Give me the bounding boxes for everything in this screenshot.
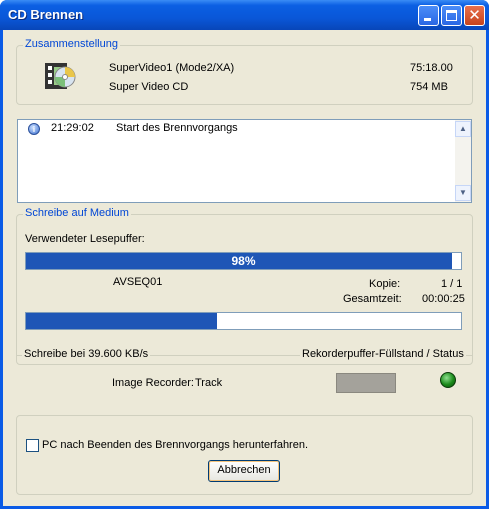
compilation-type: Super Video CD	[109, 81, 189, 93]
shutdown-checkbox[interactable]	[26, 439, 39, 452]
minimize-icon	[424, 18, 431, 21]
copy-label: Kopie:	[369, 278, 401, 290]
speed-legend: Schreibe bei 39.600 KB/s	[22, 348, 151, 360]
close-icon: ✕	[468, 6, 481, 24]
compilation-group: Zusammenstellung SuperVideo1 (Mode2/XA) …	[16, 38, 473, 105]
footer-group	[16, 415, 473, 495]
write-legend: Schreibe auf Medium	[23, 207, 131, 219]
log-message: Start des Brennvorgangs	[116, 122, 238, 134]
shutdown-label[interactable]: PC nach Beenden des Brennvorgangs herunt…	[42, 439, 308, 451]
compilation-name: SuperVideo1 (Mode2/XA)	[109, 62, 235, 74]
minimize-button[interactable]	[418, 5, 439, 26]
video-cd-icon	[45, 63, 76, 89]
window-title: CD Brennen	[8, 7, 84, 22]
total-time-value: 00:00:25	[422, 293, 465, 305]
recorder-label: Image Recorder:	[112, 377, 194, 389]
log-scrollbar[interactable]: ▲ ▼	[455, 120, 471, 202]
status-led-icon	[440, 372, 456, 388]
recorder-value: Track	[195, 377, 223, 389]
cancel-button[interactable]: Abbrechen	[208, 460, 280, 482]
speed-group: Schreibe bei 39.600 KB/s Rekorderpuffer-…	[16, 348, 473, 403]
buffer-progress-bar: 98%	[25, 252, 462, 270]
write-progress-text: 44%	[231, 314, 256, 328]
log-time: 21:29:02	[51, 122, 94, 134]
maximize-button[interactable]	[441, 5, 462, 26]
total-time-label: Gesamtzeit:	[343, 293, 402, 305]
buffer-progress-text: 98%	[231, 254, 256, 268]
buffer-label: Verwendeter Lesepuffer:	[25, 233, 145, 245]
compilation-duration: 75:18.00	[410, 62, 453, 74]
log-listbox[interactable]: i 21:29:02 Start des Brennvorgangs ▲ ▼	[17, 119, 472, 203]
write-group: Schreibe auf Medium Verwendeter Lesepuff…	[16, 207, 473, 365]
cd-burn-window: CD Brennen ✕ Zusammenstellung SuperVideo…	[0, 0, 489, 509]
copy-value: 1 / 1	[441, 278, 463, 290]
status-legend: Rekorderpuffer-Füllstand / Status	[300, 348, 466, 360]
track-name: AVSEQ01	[113, 276, 163, 288]
close-button[interactable]: ✕	[464, 5, 485, 26]
write-progress-bar: 44%	[25, 312, 462, 330]
recorder-buffer-level	[336, 373, 396, 393]
compilation-legend: Zusammenstellung	[23, 38, 120, 50]
title-bar[interactable]: CD Brennen ✕	[0, 0, 489, 30]
maximize-icon	[446, 10, 457, 21]
scroll-up-icon[interactable]: ▲	[455, 121, 471, 137]
info-icon: i	[28, 123, 40, 135]
compilation-size: 754 MB	[410, 81, 448, 93]
scroll-down-icon[interactable]: ▼	[455, 185, 471, 201]
dialog-body: Zusammenstellung SuperVideo1 (Mode2/XA) …	[3, 30, 486, 506]
